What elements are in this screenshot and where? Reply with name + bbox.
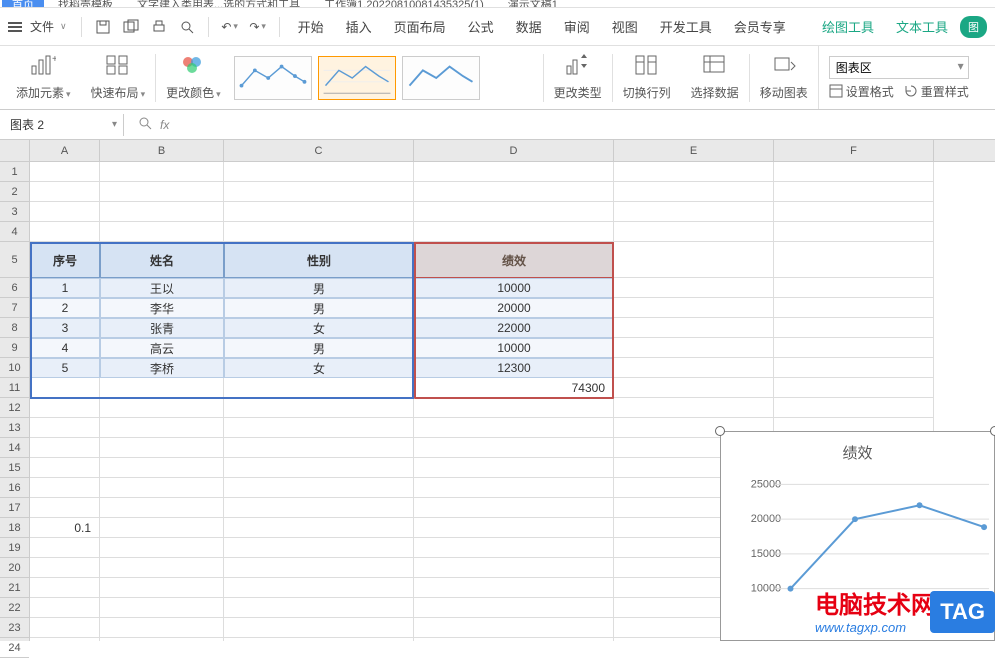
undo-icon[interactable]: ↶▾	[221, 18, 239, 36]
ribbon-change-type[interactable]: 更改类型	[544, 46, 612, 109]
row-header[interactable]: 9	[0, 338, 29, 358]
row-header[interactable]: 3	[0, 202, 29, 222]
sum-cell[interactable]: 74300	[414, 378, 614, 398]
col-header[interactable]: B	[100, 140, 224, 161]
menu-data[interactable]: 数据	[506, 17, 552, 36]
col-header[interactable]: D	[414, 140, 614, 161]
row-header[interactable]: 20	[0, 558, 29, 578]
ribbon-add-element[interactable]: + 添加元素▾	[6, 46, 81, 109]
menu-review[interactable]: 审阅	[554, 17, 600, 36]
menu-pic[interactable]: 图	[960, 16, 987, 38]
col-header[interactable]: F	[774, 140, 934, 161]
set-format-button[interactable]: 设置格式	[829, 83, 894, 100]
menu-layout[interactable]: 页面布局	[384, 17, 456, 36]
row-header[interactable]: 11	[0, 378, 29, 398]
tag-badge: TAG	[930, 591, 995, 633]
select-data-icon	[702, 54, 728, 82]
switch-rc-icon	[634, 54, 660, 82]
file-menu[interactable]: 文件∨	[24, 18, 73, 35]
tab-templates[interactable]: 找稻壳模板	[48, 0, 123, 8]
row-header[interactable]: 12	[0, 398, 29, 418]
formula-bar: 图表 2 fx	[0, 110, 995, 140]
watermark: 电脑技术网 www.tagxp.com	[815, 585, 935, 635]
menu-start[interactable]: 开始	[288, 17, 334, 36]
chart-handle[interactable]	[715, 426, 725, 436]
chart-style-2[interactable]	[318, 56, 396, 100]
spreadsheet-grid: 1 2 3 4 5 6 7 8 9 10 11 12 13 14 15 16 1…	[0, 140, 995, 641]
chart-handle[interactable]	[990, 426, 995, 436]
menu-text-tools[interactable]: 文本工具	[886, 17, 958, 36]
table-header[interactable]: 姓名	[100, 242, 224, 278]
hamburger-icon[interactable]	[8, 22, 22, 32]
row-header[interactable]: 19	[0, 538, 29, 558]
col-header[interactable]: C	[224, 140, 414, 161]
ribbon-select-data[interactable]: 选择数据	[681, 46, 749, 109]
row-header[interactable]: 21	[0, 578, 29, 598]
tab-presentation[interactable]: 演示文稿1	[498, 0, 568, 8]
move-chart-icon	[771, 54, 797, 82]
chart-style-3[interactable]	[402, 56, 480, 100]
row-header[interactable]: 1	[0, 162, 29, 182]
row-header[interactable]: 6	[0, 278, 29, 298]
row-header[interactable]: 4	[0, 222, 29, 242]
tab-home[interactable]: 首页	[2, 0, 44, 8]
ribbon-right-panel: 图表区 设置格式 重置样式	[818, 46, 969, 109]
row-header[interactable]: 14	[0, 438, 29, 458]
cell-a18[interactable]: 0.1	[30, 518, 100, 538]
row-header[interactable]: 16	[0, 478, 29, 498]
change-color-icon	[180, 54, 206, 82]
menu-insert[interactable]: 插入	[336, 17, 382, 36]
row-headers: 1 2 3 4 5 6 7 8 9 10 11 12 13 14 15 16 1…	[0, 140, 30, 641]
document-tabs: 首页 找稻壳模板 文字建入类用表...选的方式和工具 工作簿1.20220810…	[0, 0, 995, 8]
ribbon: + 添加元素▾ 快速布局▾ 更改颜色▾ 更改类型 切换行列 选择数据 移动图表 …	[0, 46, 995, 110]
col-headers: A B C D E F	[30, 140, 995, 162]
row-header[interactable]: 7	[0, 298, 29, 318]
row-header[interactable]: 8	[0, 318, 29, 338]
menu-chart-tools[interactable]: 绘图工具	[812, 17, 884, 36]
menu-dev[interactable]: 开发工具	[650, 17, 722, 36]
reset-style-button[interactable]: 重置样式	[904, 83, 969, 100]
fx-label[interactable]: fx	[160, 118, 169, 132]
row-header[interactable]: 24	[0, 638, 29, 658]
col-header[interactable]: A	[30, 140, 100, 161]
row-header[interactable]: 13	[0, 418, 29, 438]
row-header[interactable]: 23	[0, 618, 29, 638]
save-icon[interactable]	[94, 18, 112, 36]
table-header[interactable]: 序号	[30, 242, 100, 278]
name-box[interactable]: 图表 2	[4, 114, 124, 136]
ribbon-quick-layout[interactable]: 快速布局▾	[81, 46, 156, 109]
table-header[interactable]: 性别	[224, 242, 414, 278]
tab-doc-text[interactable]: 文字建入类用表...选的方式和工具	[127, 0, 310, 8]
preview-icon[interactable]	[178, 18, 196, 36]
row-header[interactable]: 22	[0, 598, 29, 618]
row-header[interactable]: 5	[0, 242, 29, 278]
row-header[interactable]: 10	[0, 358, 29, 378]
row-header[interactable]: 17	[0, 498, 29, 518]
print-icon[interactable]	[150, 18, 168, 36]
menu-vip[interactable]: 会员专享	[724, 17, 796, 36]
row-header[interactable]: 18	[0, 518, 29, 538]
chart-area-dropdown[interactable]: 图表区	[829, 56, 969, 79]
quick-layout-icon	[105, 54, 131, 82]
menubar: 文件∨ ↶▾ ↷▾ 开始 插入 页面布局 公式 数据 审阅 视图 开发工具 会员…	[0, 8, 995, 46]
select-all-corner[interactable]	[0, 140, 29, 162]
add-element-icon: +	[30, 54, 56, 82]
change-type-icon	[565, 54, 591, 82]
ribbon-switch-rc[interactable]: 切换行列	[613, 46, 681, 109]
chart-style-1[interactable]	[234, 56, 312, 100]
tab-workbook[interactable]: 工作簿1.20220810081435325(1)	[314, 0, 494, 8]
row-header[interactable]: 2	[0, 182, 29, 202]
row-header[interactable]: 15	[0, 458, 29, 478]
menu-view[interactable]: 视图	[602, 17, 648, 36]
col-header[interactable]: E	[614, 140, 774, 161]
table-header[interactable]: 绩效	[414, 242, 614, 278]
save-as-icon[interactable]	[122, 18, 140, 36]
redo-icon[interactable]: ↷▾	[249, 18, 267, 36]
ribbon-change-color[interactable]: 更改颜色▾	[156, 46, 231, 109]
svg-text:+: +	[52, 54, 56, 65]
zoom-icon[interactable]	[138, 116, 152, 133]
menu-formula[interactable]: 公式	[458, 17, 504, 36]
ribbon-move-chart[interactable]: 移动图表	[750, 46, 818, 109]
chart-title[interactable]: 绩效	[721, 432, 994, 467]
